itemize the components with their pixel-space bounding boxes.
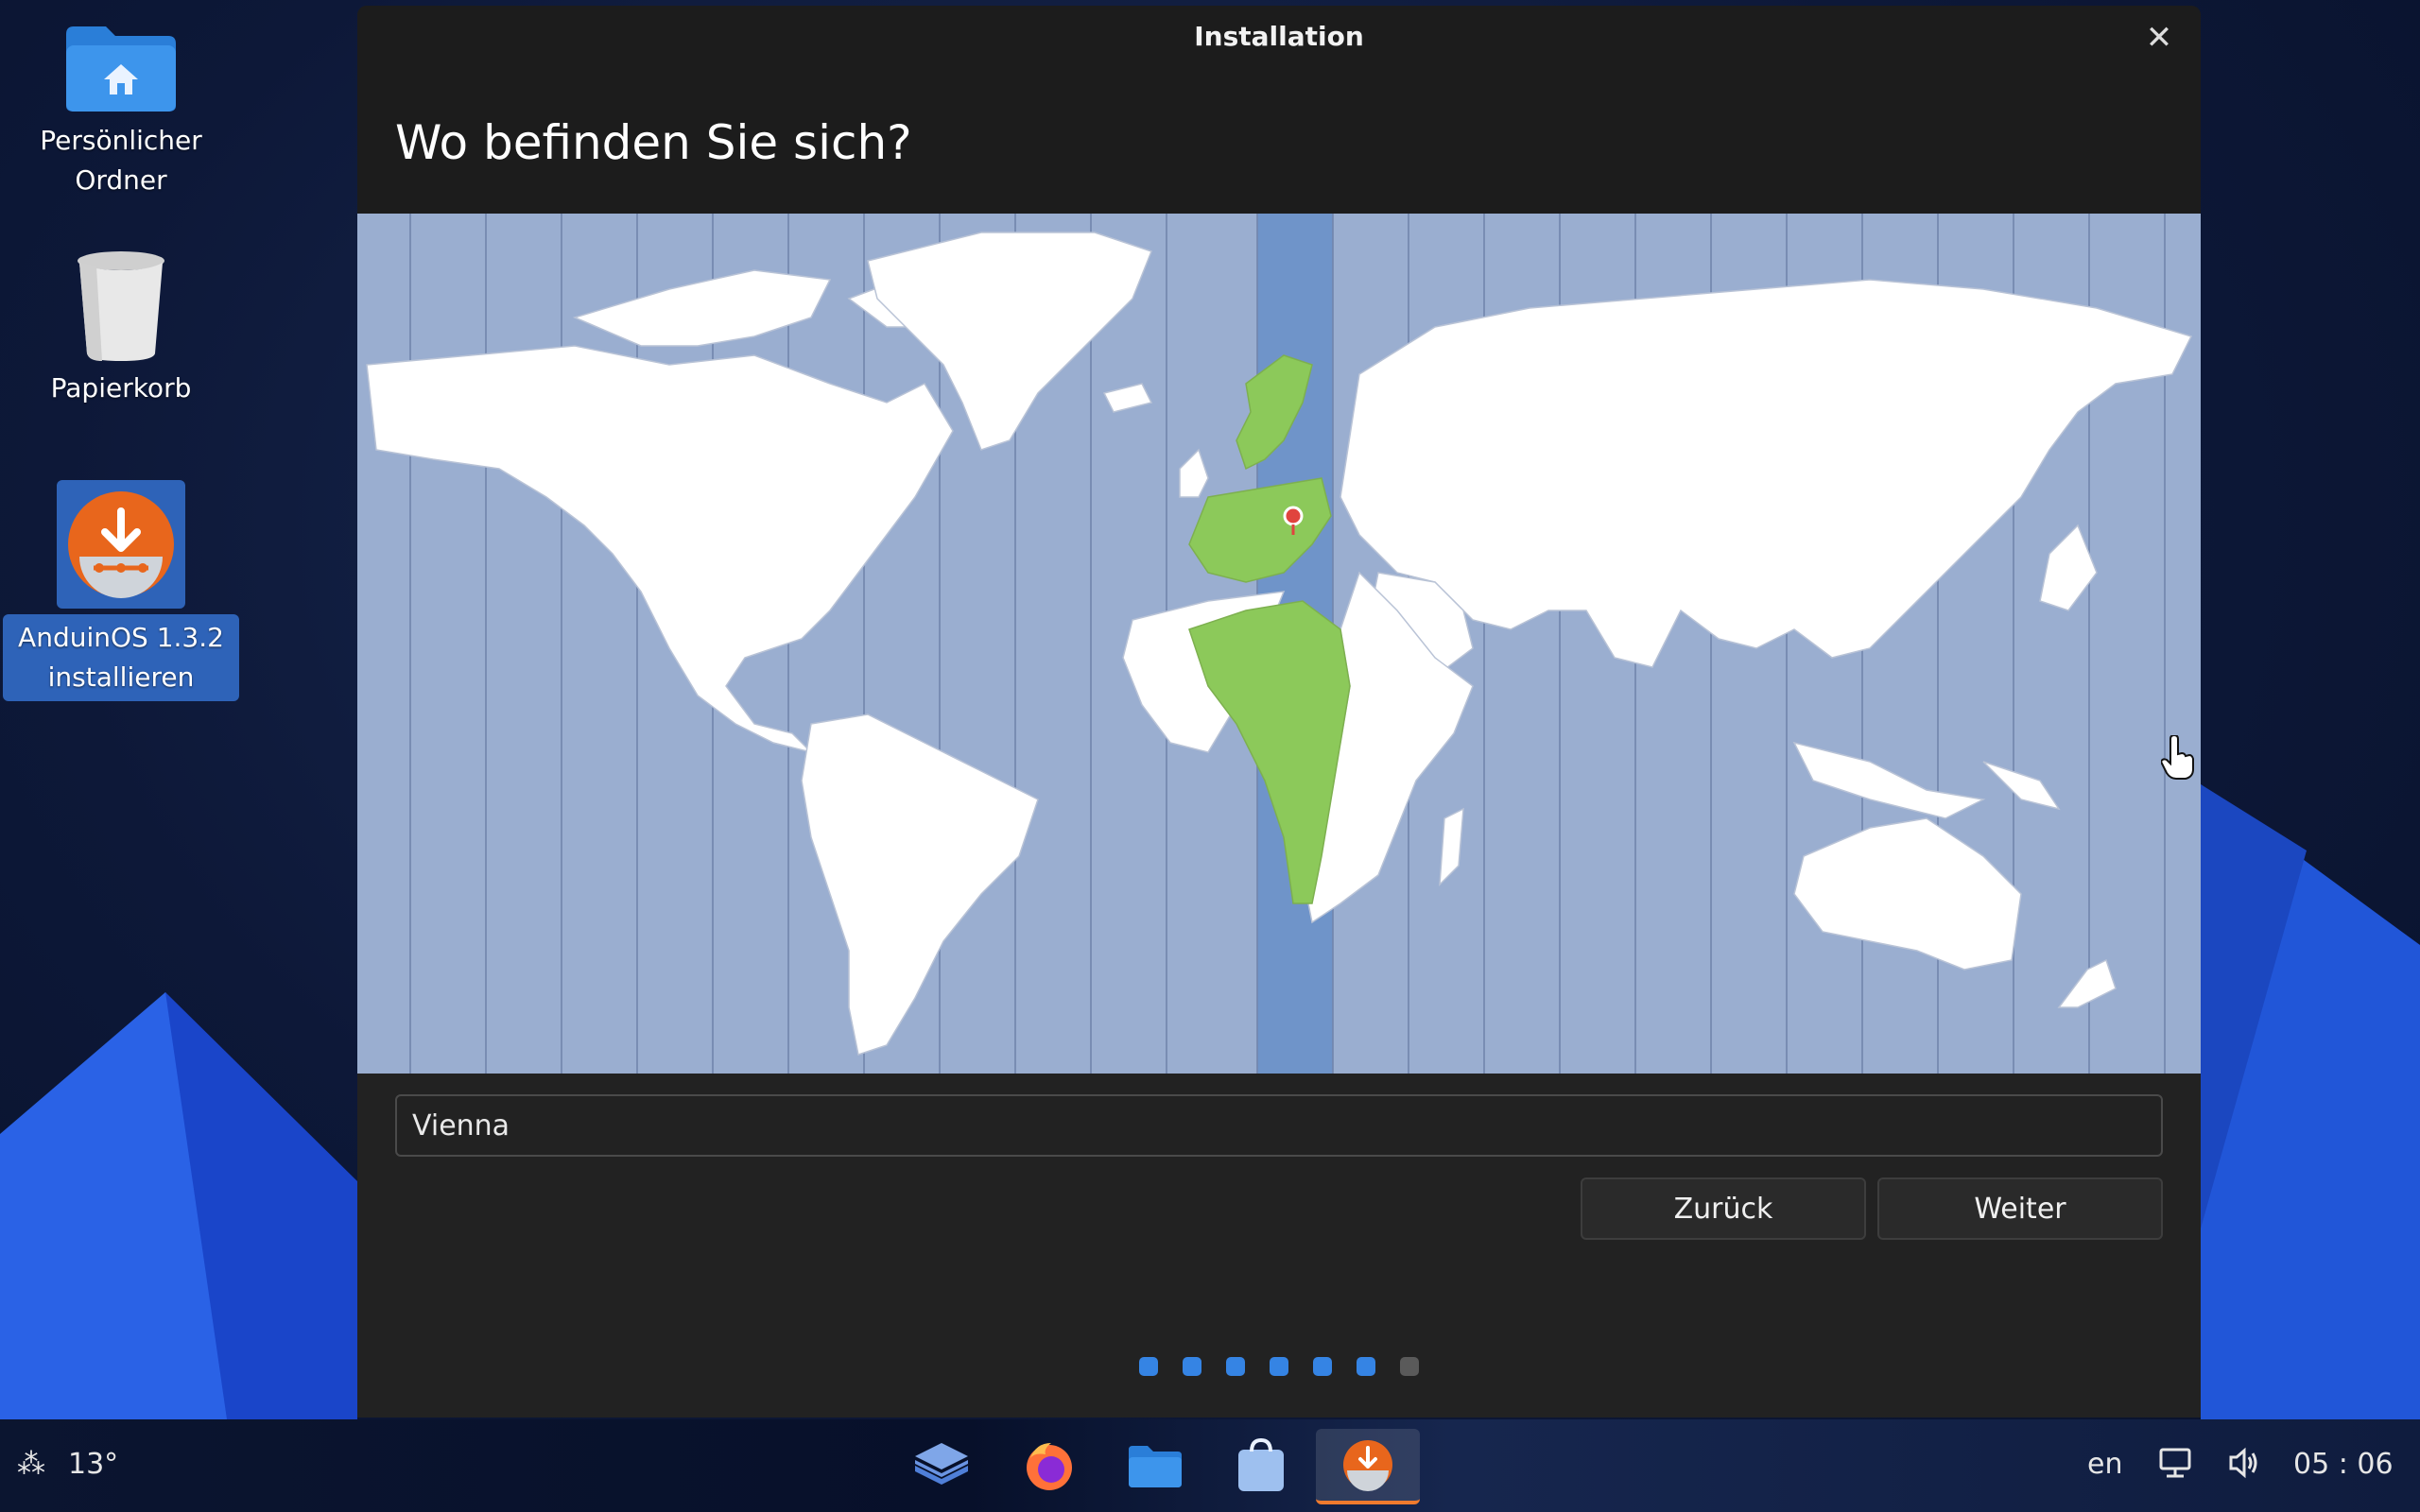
files-icon bbox=[1129, 1446, 1182, 1487]
network-icon[interactable] bbox=[2159, 1446, 2195, 1487]
volume-icon[interactable] bbox=[2227, 1446, 2261, 1487]
desktop-icon-label: Papierkorb bbox=[50, 372, 192, 404]
window-title: Installation bbox=[1194, 21, 1364, 52]
installer-icon bbox=[57, 480, 185, 609]
taskbar-app-firefox[interactable] bbox=[1002, 1433, 1097, 1499]
folder-home-icon bbox=[62, 21, 180, 115]
taskbar-app-installer[interactable] bbox=[1316, 1429, 1420, 1504]
step-dot bbox=[1313, 1357, 1332, 1376]
back-button[interactable]: Zurück bbox=[1581, 1177, 1866, 1240]
desktop-icon-label: AnduinOS 1.3.2 installieren bbox=[3, 614, 239, 701]
trash-icon bbox=[74, 248, 168, 363]
taskbar-app-software-store[interactable] bbox=[1214, 1433, 1308, 1499]
step-indicator bbox=[357, 1357, 2201, 1376]
clock[interactable]: 05 : 06 bbox=[2293, 1448, 2394, 1481]
keyboard-layout-indicator[interactable]: en bbox=[2087, 1448, 2122, 1481]
installer-icon bbox=[1343, 1440, 1392, 1491]
desktop-icon-trash[interactable]: Papierkorb bbox=[3, 248, 239, 408]
page-header: Wo befinden Sie sich? bbox=[357, 72, 2201, 214]
installer-window: Installation ✕ Wo befinden Sie sich? Vie… bbox=[357, 6, 2201, 1418]
timezone-map[interactable] bbox=[357, 214, 2201, 1074]
next-button[interactable]: Weiter bbox=[1877, 1177, 2163, 1240]
desktop-icon-home-folder[interactable]: Persönlicher Ordner bbox=[3, 21, 239, 200]
step-dot bbox=[1139, 1357, 1158, 1376]
step-dot bbox=[1183, 1357, 1201, 1376]
step-dot bbox=[1400, 1357, 1419, 1376]
weather-temperature[interactable]: 13° bbox=[68, 1448, 118, 1481]
taskbar-app-files[interactable] bbox=[1108, 1433, 1202, 1499]
close-button[interactable]: ✕ bbox=[2140, 19, 2178, 57]
step-dot bbox=[1270, 1357, 1288, 1376]
taskbar: ⁂ 13° en 05: 06 bbox=[0, 1419, 2420, 1512]
firefox-icon bbox=[1027, 1443, 1072, 1490]
page-title: Wo befinden Sie sich? bbox=[395, 115, 912, 170]
hand-cursor-icon bbox=[2159, 733, 2195, 784]
close-icon: ✕ bbox=[2145, 19, 2173, 57]
taskbar-app-layers[interactable] bbox=[894, 1433, 989, 1499]
layers-icon bbox=[915, 1443, 968, 1485]
city-input[interactable] bbox=[395, 1094, 2163, 1157]
desktop-icon-label: Persönlicher Ordner bbox=[40, 125, 202, 196]
step-dot bbox=[1226, 1357, 1245, 1376]
weather-icon[interactable]: ⁂ bbox=[17, 1448, 45, 1481]
step-dot bbox=[1357, 1357, 1375, 1376]
software-store-icon bbox=[1238, 1438, 1284, 1491]
title-bar[interactable]: Installation ✕ bbox=[357, 6, 2201, 72]
desktop-icon-installer[interactable]: AnduinOS 1.3.2 installieren bbox=[3, 480, 239, 701]
